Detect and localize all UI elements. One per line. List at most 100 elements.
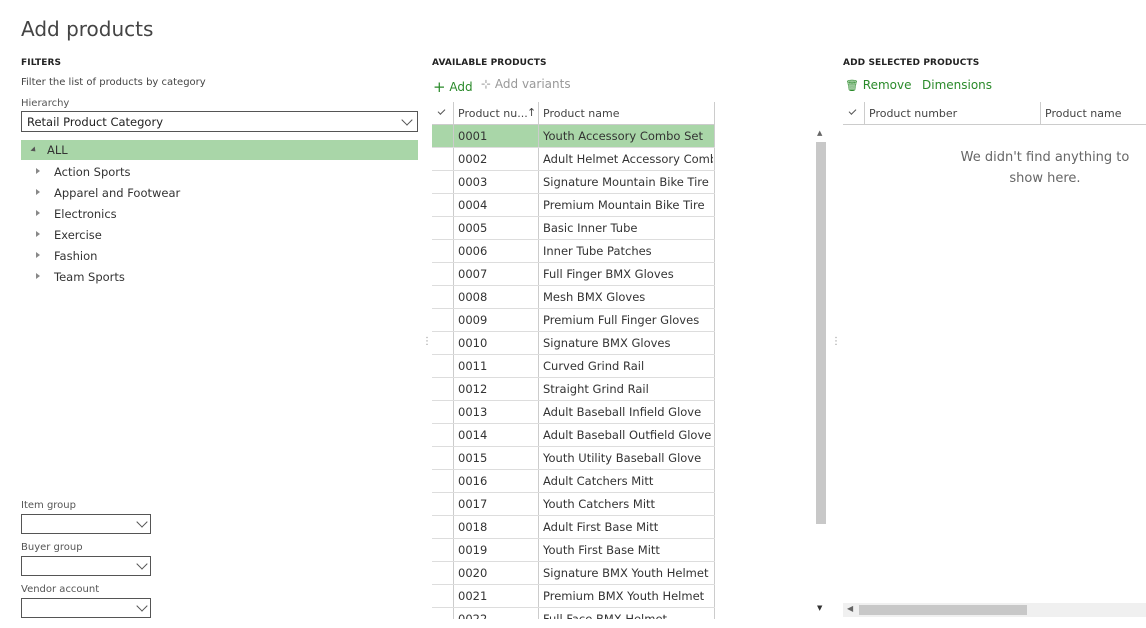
product-name-cell: Youth Catchers Mitt — [543, 497, 656, 511]
product-name-cell: Youth First Base Mitt — [543, 543, 660, 557]
chevron-down-icon — [136, 516, 148, 528]
table-row[interactable]: 0011 Curved Grind Rail — [432, 355, 715, 378]
col-header-product-name[interactable]: Product name — [543, 107, 619, 120]
product-number-cell: 0019 — [458, 543, 488, 557]
product-number-cell: 0017 — [458, 497, 488, 511]
table-row[interactable]: 0018 Adult First Base Mitt — [432, 516, 715, 539]
expand-icon[interactable] — [36, 168, 40, 174]
col-header-product-name[interactable]: Product name — [1045, 107, 1121, 120]
table-row[interactable]: 0008 Mesh BMX Gloves — [432, 286, 715, 309]
expand-icon[interactable] — [36, 252, 40, 258]
table-row[interactable]: 0006 Inner Tube Patches — [432, 240, 715, 263]
table-row[interactable]: 0020 Signature BMX Youth Helmet — [432, 562, 715, 585]
page-title: Add products — [21, 17, 154, 41]
vertical-scrollbar[interactable]: ▲ ▼ — [815, 128, 827, 618]
chevron-down-icon — [401, 114, 413, 126]
buyer-group-label: Buyer group — [21, 542, 83, 553]
table-row[interactable]: 0013 Adult Baseball Infield Glove — [432, 401, 715, 424]
filters-description: Filter the list of products by category — [21, 77, 206, 88]
product-name-cell: Inner Tube Patches — [543, 244, 652, 258]
add-variants-button[interactable]: ⊹ Add variants — [481, 77, 571, 91]
dimensions-button[interactable]: Dimensions — [922, 78, 992, 92]
chevron-down-icon — [136, 600, 148, 612]
product-name-cell: Curved Grind Rail — [543, 359, 645, 373]
expand-icon[interactable] — [36, 231, 40, 237]
product-number-cell: 0001 — [458, 129, 488, 143]
product-name-cell: Adult Catchers Mitt — [543, 474, 654, 488]
select-all-checkbox[interactable] — [437, 107, 446, 115]
available-products-heading: AVAILABLE PRODUCTS — [432, 58, 547, 68]
table-row[interactable]: 0017 Youth Catchers Mitt — [432, 493, 715, 516]
table-row[interactable]: 0019 Youth First Base Mitt — [432, 539, 715, 562]
tree-item-label: Action Sports — [54, 165, 131, 179]
scroll-down-icon[interactable]: ▼ — [817, 604, 822, 612]
product-name-cell: Adult Helmet Accessory Comb.. — [543, 152, 713, 166]
product-name-cell: Youth Accessory Combo Set — [543, 129, 704, 143]
product-name-cell: Premium Mountain Bike Tire — [543, 198, 705, 212]
table-row[interactable]: 0022 Full Face BMX Helmet — [432, 608, 715, 619]
hierarchy-select[interactable]: Retail Product Category — [21, 111, 418, 132]
expand-icon[interactable] — [36, 273, 40, 279]
expand-icon[interactable] — [36, 210, 40, 216]
tree-root-label: ALL — [47, 143, 68, 157]
table-row[interactable]: 0012 Straight Grind Rail — [432, 378, 715, 401]
col-header-product-number[interactable]: Product nu... — [458, 107, 528, 120]
horizontal-scrollbar[interactable]: ◀ — [843, 603, 1146, 617]
table-row[interactable]: 0009 Premium Full Finger Gloves — [432, 309, 715, 332]
select-all-checkbox[interactable] — [848, 107, 857, 115]
plus-icon: + — [433, 78, 446, 96]
product-name-cell: Adult Baseball Outfield Glove — [543, 428, 712, 442]
scroll-up-icon[interactable]: ▲ — [817, 129, 822, 137]
table-row[interactable]: 0015 Youth Utility Baseball Glove — [432, 447, 715, 470]
hierarchy-select-value: Retail Product Category — [27, 115, 164, 129]
table-row[interactable]: 0016 Adult Catchers Mitt — [432, 470, 715, 493]
product-number-cell: 0007 — [458, 267, 488, 281]
table-row[interactable]: 0021 Premium BMX Youth Helmet — [432, 585, 715, 608]
tree-item-all[interactable]: ALL — [21, 140, 418, 160]
product-number-cell: 0008 — [458, 290, 488, 304]
vendor-account-select[interactable] — [21, 598, 151, 618]
product-name-cell: Adult Baseball Infield Glove — [543, 405, 702, 419]
item-group-select[interactable] — [21, 514, 151, 534]
tree-item[interactable]: Apparel and Footwear — [21, 185, 418, 205]
scrollbar-thumb[interactable] — [859, 605, 1027, 615]
expand-icon[interactable] — [36, 189, 40, 195]
table-row[interactable]: 0010 Signature BMX Gloves — [432, 332, 715, 355]
table-row[interactable]: 0001 Youth Accessory Combo Set — [432, 125, 715, 148]
buyer-group-select[interactable] — [21, 556, 151, 576]
hierarchy-label: Hierarchy — [21, 98, 70, 109]
remove-button[interactable]: 🗑 Remove — [845, 78, 912, 92]
col-header-product-number[interactable]: Product number — [869, 107, 957, 120]
table-row[interactable]: 0002 Adult Helmet Accessory Comb.. — [432, 148, 715, 171]
grid-header: Product nu... ↑ Product name — [432, 102, 715, 125]
tree-item[interactable]: Electronics — [21, 206, 418, 226]
filters-heading: FILTERS — [21, 58, 62, 68]
splitter-handle[interactable]: ⋮ — [831, 337, 841, 347]
scroll-left-icon[interactable]: ◀ — [847, 604, 853, 613]
product-number-cell: 0015 — [458, 451, 488, 465]
table-row[interactable]: 0014 Adult Baseball Outfield Glove — [432, 424, 715, 447]
product-number-cell: 0002 — [458, 152, 488, 166]
splitter-handle[interactable]: ⋮ — [422, 337, 432, 347]
scrollbar-thumb[interactable] — [816, 142, 826, 524]
table-row[interactable]: 0007 Full Finger BMX Gloves — [432, 263, 715, 286]
product-name-cell: Full Finger BMX Gloves — [543, 267, 674, 281]
tree-item[interactable]: Exercise — [21, 227, 418, 247]
collapse-icon[interactable] — [30, 146, 38, 154]
selected-products-heading: ADD SELECTED PRODUCTS — [843, 58, 980, 68]
tree-item[interactable]: Fashion — [21, 248, 418, 268]
vendor-account-label: Vendor account — [21, 584, 100, 595]
product-name-cell: Signature BMX Gloves — [543, 336, 671, 350]
tree-item[interactable]: Action Sports — [21, 164, 418, 184]
product-name-cell: Adult First Base Mitt — [543, 520, 659, 534]
add-button[interactable]: + Add — [433, 77, 473, 96]
empty-message: We didn't find anything to show here. — [960, 150, 1130, 186]
product-number-cell: 0004 — [458, 198, 488, 212]
table-row[interactable]: 0004 Premium Mountain Bike Tire — [432, 194, 715, 217]
table-row[interactable]: 0003 Signature Mountain Bike Tire — [432, 171, 715, 194]
tree-item[interactable]: Team Sports — [21, 269, 418, 289]
add-variants-icon: ⊹ — [481, 77, 492, 91]
table-row[interactable]: 0005 Basic Inner Tube — [432, 217, 715, 240]
product-number-cell: 0018 — [458, 520, 488, 534]
tree-item-label: Fashion — [54, 249, 98, 263]
